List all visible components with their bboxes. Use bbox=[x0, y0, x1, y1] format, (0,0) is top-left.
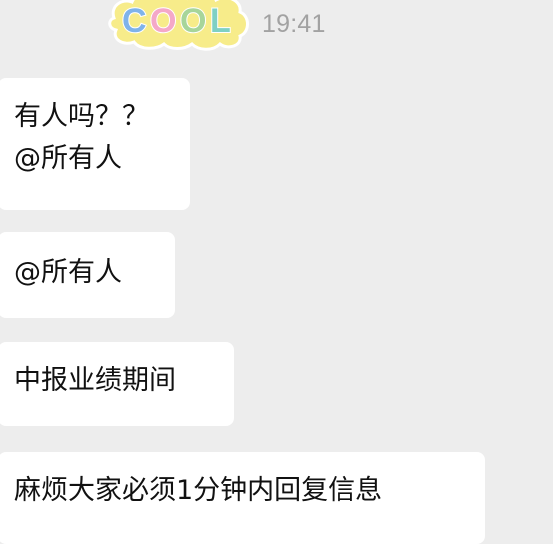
sticker-letter-o1: O bbox=[150, 2, 176, 40]
chat-bubble[interactable]: 麻烦大家必须1分钟内回复信息 bbox=[0, 452, 485, 544]
chat-bubble[interactable]: @所有人 bbox=[0, 232, 175, 318]
cool-sticker: C O O L bbox=[108, 0, 249, 51]
chat-bubble[interactable]: 有人吗？？ @所有人 bbox=[0, 78, 190, 210]
sticker-letter-o2: O bbox=[180, 2, 206, 40]
sticker-letter-l: L bbox=[210, 2, 231, 40]
message-timestamp: 19:41 bbox=[262, 10, 326, 38]
chat-bubble[interactable]: 中报业绩期间 bbox=[0, 342, 234, 426]
sticker-letter-c: C bbox=[122, 2, 147, 40]
